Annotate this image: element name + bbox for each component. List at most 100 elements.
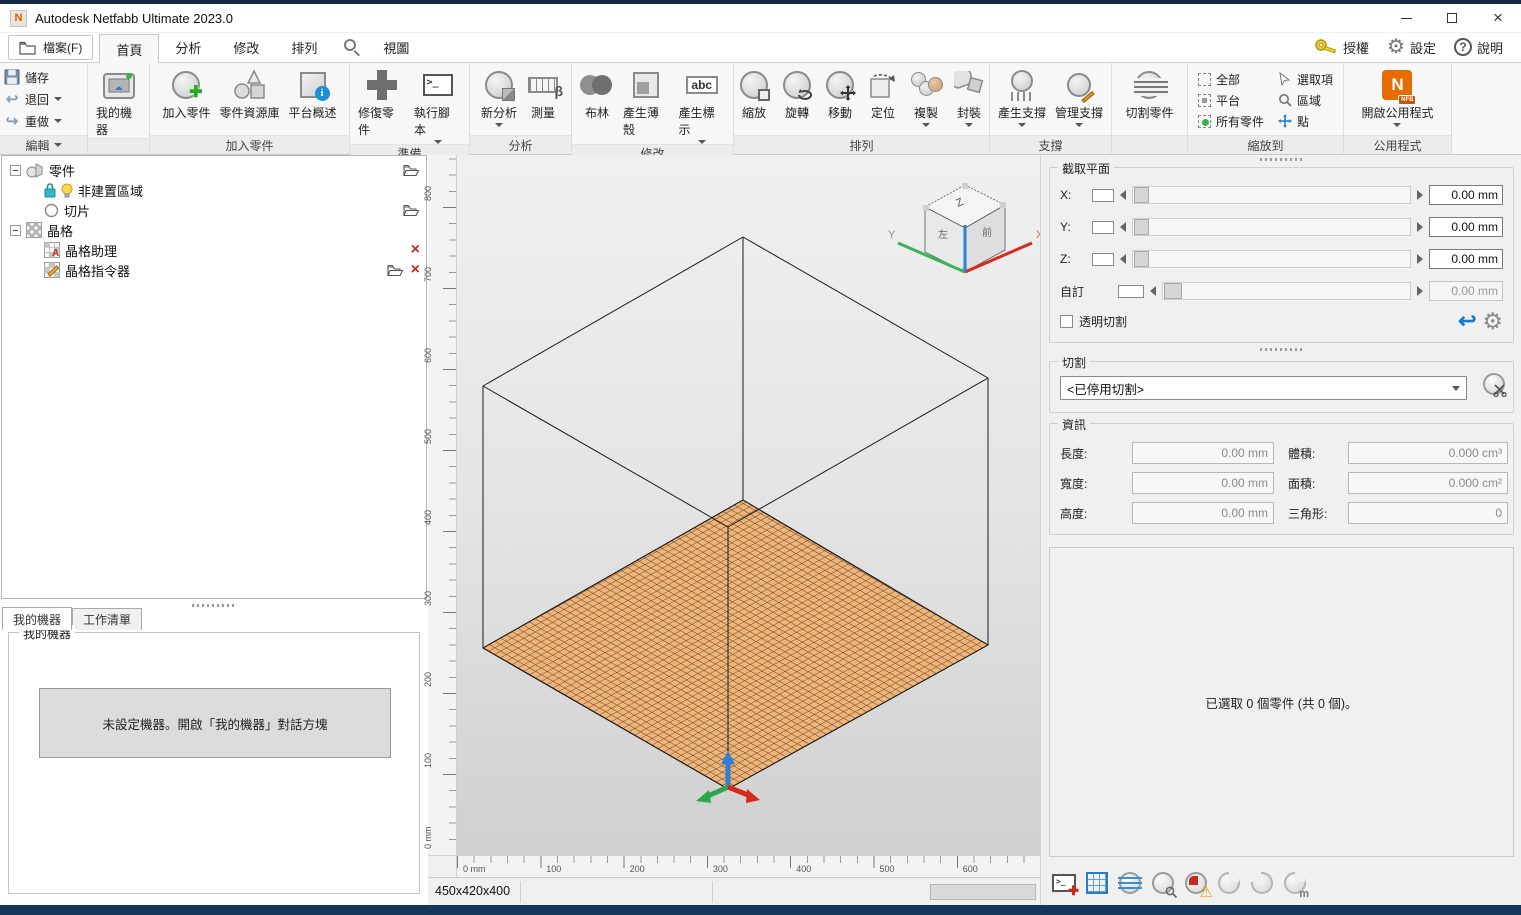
shell-mesh-icon[interactable]: m	[1282, 870, 1308, 896]
redo-button[interactable]: ↪ 重做	[0, 110, 87, 132]
tab-analysis[interactable]: 分析	[159, 33, 217, 62]
my-machines-button[interactable]: 我的機器	[92, 65, 145, 138]
slider-right-arrow[interactable]	[1417, 286, 1423, 296]
search-icon[interactable]	[343, 38, 363, 58]
tab-my-machines[interactable]: 我的機器	[2, 607, 72, 630]
slider-right-arrow[interactable]	[1417, 254, 1423, 264]
clip-y-value[interactable]: 0.00 mm	[1429, 217, 1503, 237]
inspect-icon[interactable]	[1150, 870, 1176, 896]
zoom-selection-button[interactable]: 選取項	[1275, 69, 1336, 90]
maximize-button[interactable]	[1429, 4, 1475, 33]
setup-machine-button[interactable]: 未設定機器。開啟「我的機器」對話方塊	[39, 688, 391, 758]
close-button[interactable]: ×	[1475, 4, 1521, 33]
boolean-button[interactable]: 布林	[576, 65, 618, 144]
add-part-button[interactable]: ✚ 加入零件	[158, 65, 214, 135]
group-label-edit[interactable]: 編輯	[0, 135, 87, 154]
slider-right-arrow[interactable]	[1417, 222, 1423, 232]
cut-select[interactable]: <已停用切割>	[1060, 376, 1467, 400]
create-support-button[interactable]: 產生支撐	[994, 65, 1050, 135]
rotate-button[interactable]: 旋轉	[776, 65, 818, 135]
slider-left-arrow[interactable]	[1150, 286, 1156, 296]
open-folder-icon[interactable]	[387, 264, 404, 277]
move-button[interactable]: 移動	[819, 65, 861, 135]
scene-3d[interactable]: Y X Z 左 前	[428, 155, 1040, 855]
collapse-icon[interactable]	[10, 165, 21, 176]
delete-icon[interactable]: ×	[411, 242, 420, 258]
zoom-region-button[interactable]: 區域	[1275, 90, 1336, 111]
open-utility-dropdown[interactable]	[1393, 123, 1401, 127]
duplicate-dropdown[interactable]	[922, 123, 930, 127]
manage-support-dropdown[interactable]	[1075, 123, 1083, 127]
clip-z-slider[interactable]	[1132, 250, 1411, 268]
manage-support-button[interactable]: 管理支撐	[1051, 65, 1107, 135]
lock-icon[interactable]	[44, 183, 56, 198]
lattice-view-icon[interactable]	[1084, 870, 1110, 896]
redo-dropdown[interactable]	[54, 119, 62, 123]
pack-button[interactable]: 封裝	[948, 65, 990, 135]
license-button[interactable]: 授權	[1310, 38, 1373, 57]
clipping-settings-icon[interactable]: ⚙	[1482, 310, 1503, 333]
clip-x-checkbox[interactable]	[1092, 189, 1114, 202]
slider-right-arrow[interactable]	[1417, 190, 1423, 200]
part-library-button[interactable]: 零件資源庫	[215, 65, 283, 135]
help-button[interactable]: ? 說明	[1450, 38, 1507, 57]
cut-part-button[interactable]: 切割零件	[1121, 65, 1177, 135]
shell-history-forward-icon[interactable]	[1249, 870, 1275, 896]
open-utility-button[interactable]: NNFB 開啟公用程式	[1357, 65, 1437, 135]
view-cube[interactable]: Y X Z 左 前	[888, 183, 1040, 273]
slice-view-icon[interactable]	[1117, 870, 1143, 896]
create-label-button[interactable]: abc 產生標示	[675, 65, 730, 144]
tree-item-slices[interactable]: 切片	[2, 200, 426, 220]
undo-dropdown[interactable]	[54, 97, 62, 101]
create-support-dropdown[interactable]	[1018, 123, 1026, 127]
slider-left-arrow[interactable]	[1120, 254, 1126, 264]
measure-button[interactable]: β 測量	[522, 65, 564, 135]
lightbulb-icon[interactable]	[61, 183, 73, 198]
part-warning-icon[interactable]: ⚠	[1183, 870, 1209, 896]
tab-home[interactable]: 首頁	[99, 34, 159, 63]
run-script-button[interactable]: >_ 執行腳本	[410, 65, 465, 144]
repair-part-button[interactable]: 修復零件	[354, 65, 409, 144]
tab-job-list[interactable]: 工作清單	[72, 608, 142, 630]
slider-left-arrow[interactable]	[1120, 190, 1126, 200]
add-script-icon[interactable]: >_ ✚	[1051, 870, 1077, 896]
save-button[interactable]: 儲存	[0, 66, 87, 88]
create-shell-button[interactable]: 產生薄殼	[619, 65, 674, 144]
clip-z-checkbox[interactable]	[1092, 253, 1114, 266]
tab-view[interactable]: 視圖	[367, 33, 425, 62]
collapse-icon[interactable]	[10, 225, 21, 236]
tree-item-lattice-assistant[interactable]: A 晶格助理 ×	[2, 240, 426, 260]
open-folder-icon[interactable]	[403, 204, 420, 217]
clip-y-checkbox[interactable]	[1092, 221, 1114, 234]
slider-left-arrow[interactable]	[1120, 222, 1126, 232]
clip-y-slider[interactable]	[1132, 218, 1411, 236]
file-menu-button[interactable]: 檔案(F)	[8, 35, 93, 60]
tree-item-no-build-zone[interactable]: 非建置區域	[2, 180, 426, 200]
zoom-point-button[interactable]: 點	[1275, 111, 1336, 132]
zoom-platform-button[interactable]: 平台	[1195, 90, 1267, 111]
cut-scissors-button[interactable]	[1483, 373, 1505, 395]
tree-item-lattice[interactable]: 晶格	[2, 220, 426, 240]
clip-x-value[interactable]: 0.00 mm	[1429, 185, 1503, 205]
zoom-all-button[interactable]: 全部	[1195, 69, 1267, 90]
tab-modify[interactable]: 修改	[217, 33, 275, 62]
clip-custom-box[interactable]	[1118, 285, 1144, 298]
new-analysis-dropdown[interactable]	[495, 123, 503, 127]
position-button[interactable]: 定位	[862, 65, 904, 135]
undo-button[interactable]: ↩ 退回	[0, 88, 87, 110]
delete-icon[interactable]: ×	[411, 262, 420, 278]
duplicate-button[interactable]: 複製	[905, 65, 947, 135]
panel-splitter[interactable]	[1041, 345, 1521, 353]
reset-clipping-icon[interactable]: ↪	[1458, 310, 1476, 332]
transparent-cut-checkbox[interactable]	[1060, 315, 1073, 328]
shell-history-back-icon[interactable]	[1216, 870, 1242, 896]
tree-item-parts[interactable]: 零件	[2, 160, 426, 180]
clip-z-value[interactable]: 0.00 mm	[1429, 249, 1503, 269]
new-analysis-button[interactable]: 新分析	[477, 65, 521, 135]
clip-custom-slider[interactable]	[1162, 282, 1411, 300]
pack-dropdown[interactable]	[965, 123, 973, 127]
tree-item-lattice-commander[interactable]: 晶格指令器 ×	[2, 260, 426, 280]
zoom-all-parts-button[interactable]: 所有零件	[1195, 111, 1267, 132]
clip-x-slider[interactable]	[1132, 186, 1411, 204]
scale-button[interactable]: 縮放	[733, 65, 775, 135]
